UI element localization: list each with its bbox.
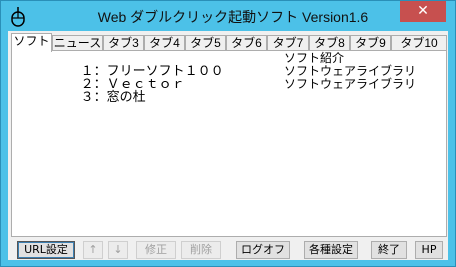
button-bar: URL設定 ↑ ↓ 修正 削除 ログオフ 各種設定 終了 HP bbox=[8, 238, 448, 260]
app-window: Web ダブルクリック起動ソフト Version1.6 ✕ ソフト ニュース タ… bbox=[0, 0, 456, 267]
delete-button[interactable]: 削除 bbox=[181, 241, 221, 259]
tab-7[interactable]: タブ7 bbox=[267, 35, 309, 51]
window-title: Web ダブルクリック起動ソフト Version1.6 bbox=[97, 9, 369, 25]
list-item[interactable]: ３：窓の杜 ソフトウェアライブラリ bbox=[18, 78, 416, 105]
tab-9[interactable]: タブ9 bbox=[350, 35, 391, 51]
tab-8[interactable]: タブ8 bbox=[309, 35, 350, 51]
tab-strip: ソフト ニュース タブ3 タブ4 タブ5 タブ6 タブ7 タブ8 タブ9 タブ1… bbox=[11, 33, 447, 52]
hp-button[interactable]: HP bbox=[415, 241, 443, 259]
url-settings-button[interactable]: URL設定 bbox=[17, 241, 75, 259]
client-area: ソフト ニュース タブ3 タブ4 タブ5 タブ6 タブ7 タブ8 タブ9 タブ1… bbox=[8, 31, 448, 260]
list-item[interactable]: １：フリーソフト１００ ソフト紹介 bbox=[18, 52, 344, 79]
move-up-button[interactable]: ↑ bbox=[83, 241, 103, 259]
tab-6[interactable]: タブ6 bbox=[226, 35, 267, 51]
list-item[interactable]: ２：Ｖｅｃｔｏｒ ソフトウェアライブラリ bbox=[18, 65, 416, 92]
settings-button[interactable]: 各種設定 bbox=[304, 241, 358, 259]
list-item-desc: ソフトウェアライブラリ bbox=[284, 77, 417, 91]
tab-5[interactable]: タブ5 bbox=[185, 35, 226, 51]
link-list[interactable]: １：フリーソフト１００ ソフト紹介 ２：Ｖｅｃｔｏｒ ソフトウェアライブラリ ３… bbox=[11, 50, 447, 237]
move-down-button[interactable]: ↓ bbox=[108, 241, 128, 259]
exit-button[interactable]: 終了 bbox=[371, 241, 407, 259]
tab-soft[interactable]: ソフト bbox=[11, 33, 52, 52]
title-bar[interactable]: Web ダブルクリック起動ソフト Version1.6 ✕ bbox=[1, 1, 455, 31]
logoff-button[interactable]: ログオフ bbox=[236, 241, 290, 259]
edit-button[interactable]: 修正 bbox=[136, 241, 176, 259]
close-button[interactable]: ✕ bbox=[400, 1, 446, 22]
tab-4[interactable]: タブ4 bbox=[144, 35, 185, 51]
list-item-name: ３：窓の杜 bbox=[80, 90, 146, 105]
tab-10[interactable]: タブ10 bbox=[391, 35, 447, 51]
tab-3[interactable]: タブ3 bbox=[103, 35, 144, 51]
tab-news[interactable]: ニュース bbox=[52, 35, 103, 51]
